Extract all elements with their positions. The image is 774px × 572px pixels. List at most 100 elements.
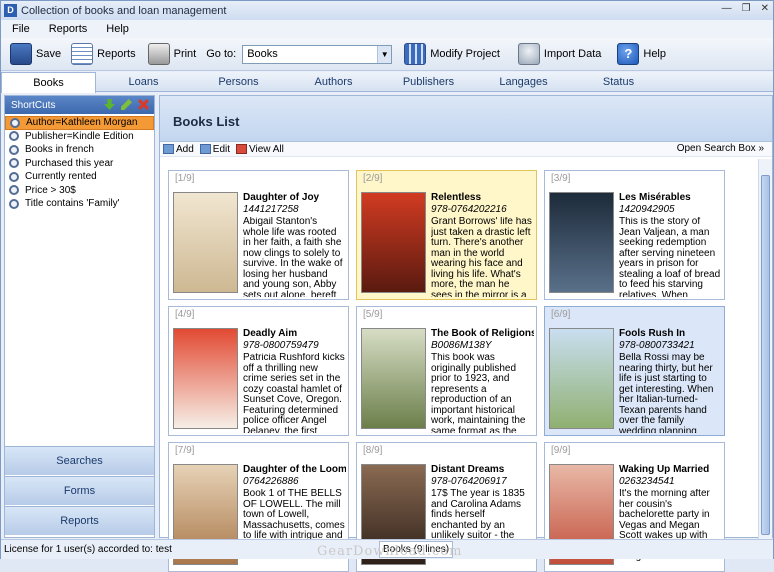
edit-button[interactable]: Edit (199, 144, 230, 155)
shortcut-item[interactable]: Currently rented (5, 170, 154, 184)
book-isbn: 0263234541 (619, 476, 675, 487)
restore-icon[interactable]: ❐ (742, 3, 751, 14)
app-icon: D (4, 4, 17, 17)
app-window: D Collection of books and loan managemen… (0, 0, 774, 572)
chevron-down-icon[interactable]: ▼ (377, 45, 392, 63)
book-description: Abigail Stanton's whole life was rooted … (243, 217, 343, 297)
save-label: Save (36, 48, 62, 60)
menu-bar: File Reports Help (1, 20, 773, 38)
tab-persons[interactable]: Persons (191, 72, 286, 91)
book-card[interactable]: [4/9] Deadly Aim 978-0800759479 Patricia… (168, 306, 349, 436)
book-card[interactable]: [6/9] Fools Rush In 978-0800733421 Bella… (544, 306, 725, 436)
open-search-box-button[interactable]: Open Search Box » (677, 143, 764, 154)
book-cover-image (173, 328, 238, 429)
shortcut-item[interactable]: Purchased this year (5, 157, 154, 171)
vertical-scrollbar[interactable] (758, 159, 772, 539)
search-icon (9, 158, 19, 169)
shortcut-label: Publisher=Kindle Edition (25, 130, 134, 142)
shortcut-item[interactable]: Author=Kathleen Morgan (5, 116, 154, 130)
book-card[interactable]: [5/9] The Book of Religions.. B0086M138Y… (356, 306, 537, 436)
book-card[interactable]: [3/9] Les Misérables 1420942905 This is … (544, 170, 725, 300)
print-label: Print (173, 48, 197, 60)
book-description: Grant Borrows' life has just taken a dra… (431, 217, 532, 297)
book-isbn: 0764226886 (243, 476, 299, 487)
delete-x-icon[interactable] (138, 99, 149, 110)
save-button[interactable]: Save (6, 40, 65, 68)
title-bar: D Collection of books and loan managemen… (1, 1, 773, 20)
shortcut-item[interactable]: Publisher=Kindle Edition (5, 130, 154, 144)
reports-button[interactable]: Reports (67, 40, 140, 68)
book-title: Waking Up Married (619, 464, 710, 475)
grid-icon (404, 43, 427, 65)
book-cover-image (173, 192, 238, 293)
goto-value: Books (247, 47, 278, 60)
modify-project-button[interactable]: Modify Project (400, 40, 504, 68)
view-all-button[interactable]: View All (236, 144, 284, 155)
menu-reports[interactable]: Reports (38, 23, 96, 35)
help-button[interactable]: ? Help (613, 40, 670, 68)
menu-file[interactable]: File (1, 23, 38, 35)
shortcuts-list: Author=Kathleen Morgan Publisher=Kindle … (5, 116, 154, 211)
book-cover-image (549, 328, 614, 429)
searches-button[interactable]: Searches (5, 446, 154, 475)
book-isbn: 978-0764202216 (431, 204, 507, 215)
tab-loans[interactable]: Loans (96, 72, 191, 91)
card-number: [5/9] (363, 309, 383, 320)
card-number: [7/9] (175, 445, 195, 456)
scrollbar-thumb[interactable] (761, 175, 770, 535)
book-isbn: 978-0764206917 (431, 476, 507, 487)
shortcuts-title: ShortCuts (11, 99, 56, 111)
double-chevron-down-icon: » (758, 143, 764, 154)
import-data-label: Import Data (543, 48, 602, 60)
toolbar: Save Reports Print Go to: Books ▼ Modify… (1, 38, 773, 71)
shortcut-item[interactable]: Price > 30$ (5, 184, 154, 198)
reports-label: Reports (97, 48, 136, 60)
shortcut-item[interactable]: Books in french (5, 143, 154, 157)
tab-publishers[interactable]: Publishers (381, 72, 476, 91)
book-title: Deadly Aim (243, 328, 298, 339)
tab-status[interactable]: Status (571, 72, 666, 91)
reports-nav-button[interactable]: Reports (5, 506, 154, 535)
add-icon (163, 144, 174, 154)
book-isbn: 978-0800733421 (619, 340, 695, 351)
search-icon (9, 144, 19, 155)
watermark: GearDownload.com (317, 544, 463, 559)
book-card[interactable]: [1/9] Daughter of Joy 1441217258 Abigail… (168, 170, 349, 300)
window-title: Collection of books and loan management (21, 4, 227, 17)
shortcut-item[interactable]: Title contains 'Family' (5, 197, 154, 211)
search-icon (9, 131, 19, 142)
edit-pencil-icon[interactable] (121, 99, 132, 110)
reports-icon (71, 43, 94, 65)
goto-select[interactable]: Books ▼ (242, 44, 393, 64)
tab-langages[interactable]: Langages (476, 72, 571, 91)
book-title: Daughter of Joy (243, 192, 320, 203)
card-number: [3/9] (551, 173, 571, 184)
add-label: Add (176, 143, 194, 155)
shortcut-label: Title contains 'Family' (25, 198, 120, 210)
book-title: Relentless (431, 192, 482, 203)
menu-help[interactable]: Help (95, 23, 137, 35)
minimize-icon[interactable]: — (722, 3, 732, 14)
book-title: Les Misérables (619, 192, 691, 203)
book-card[interactable]: [2/9] Relentless 978-0764202216 Grant Bo… (356, 170, 537, 300)
shortcut-label: Author=Kathleen Morgan (26, 117, 138, 129)
tab-authors[interactable]: Authors (286, 72, 381, 91)
forms-button[interactable]: Forms (5, 476, 154, 505)
card-number: [1/9] (175, 173, 195, 184)
search-icon (9, 185, 19, 196)
print-button[interactable]: Print (144, 40, 201, 68)
book-description: This is the story of Jean Valjean, a man… (619, 217, 721, 297)
search-icon (9, 171, 19, 182)
goto-label: Go to: (206, 48, 237, 60)
tab-books[interactable]: Books (1, 72, 96, 93)
book-isbn: B0086M138Y (431, 340, 492, 351)
add-button[interactable]: Add (163, 144, 194, 155)
help-label: Help (643, 48, 666, 60)
add-arrow-icon[interactable] (104, 99, 115, 110)
book-title: The Book of Religions.. (431, 328, 534, 339)
close-icon[interactable]: ✕ (761, 3, 769, 14)
import-data-button[interactable]: Import Data (514, 40, 605, 68)
modify-project-label: Modify Project (430, 48, 500, 60)
book-isbn: 1441217258 (243, 204, 299, 215)
database-icon (517, 43, 540, 65)
